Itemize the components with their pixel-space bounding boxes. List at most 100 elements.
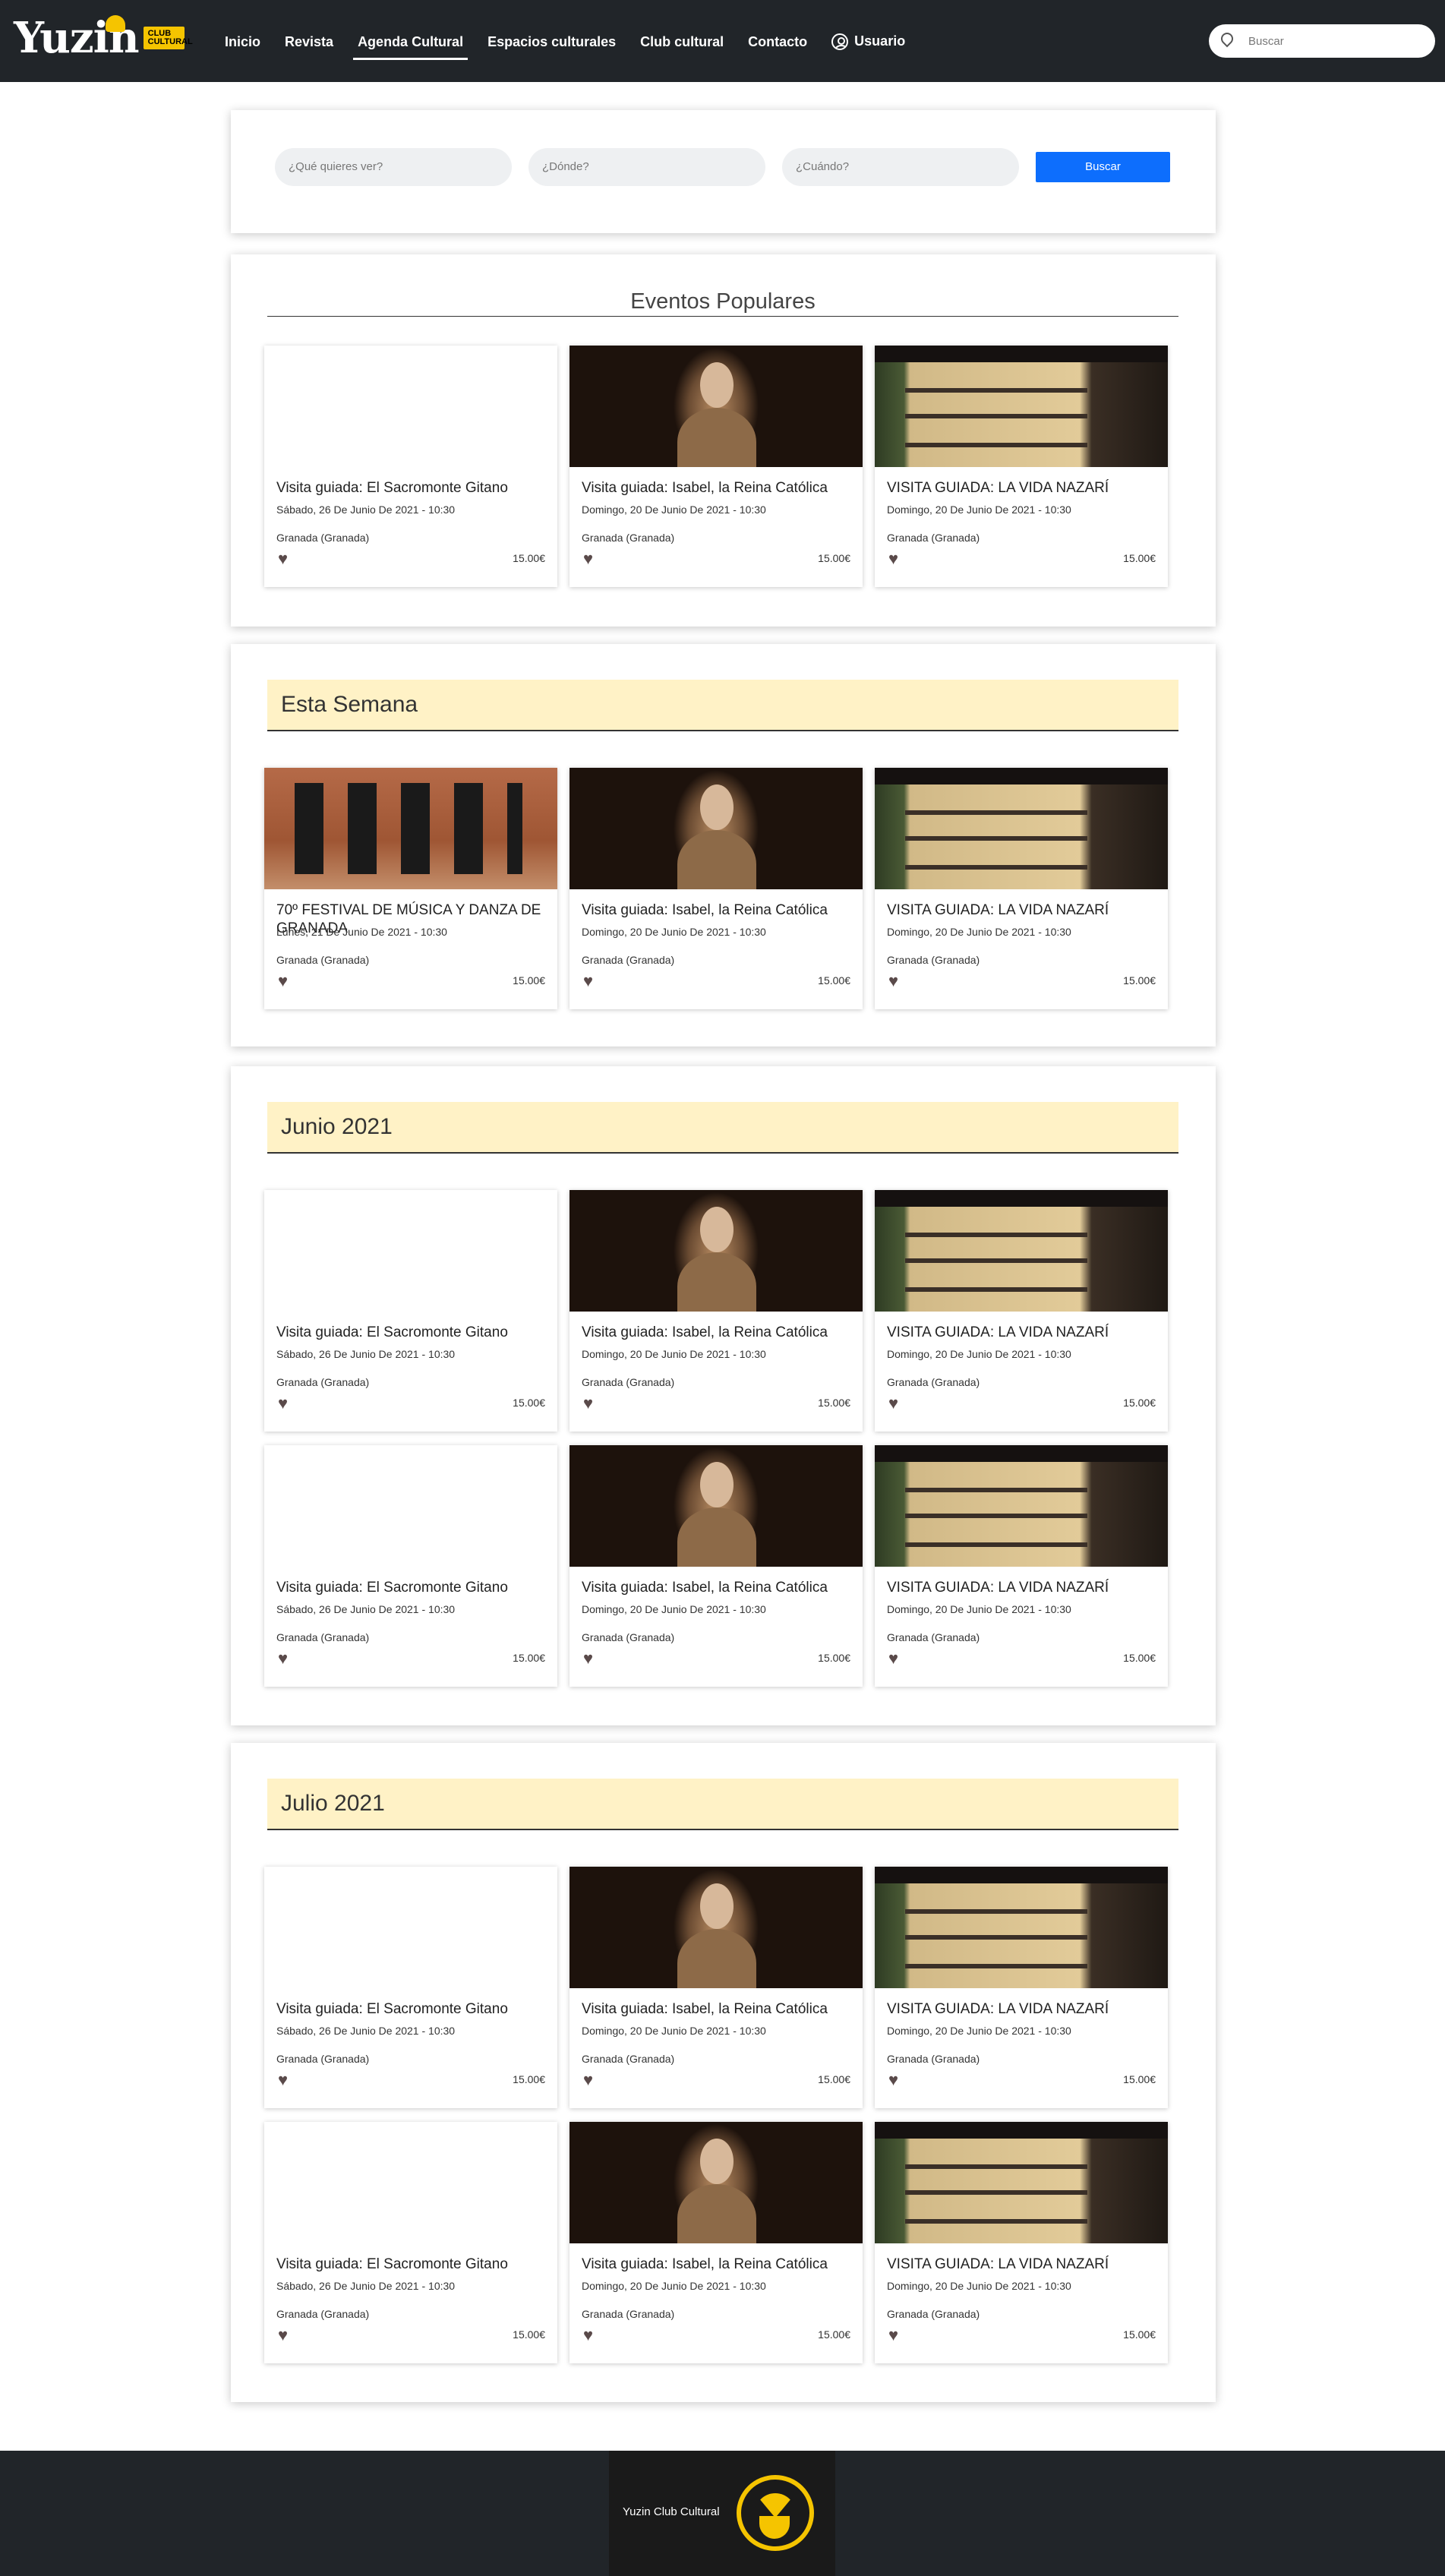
event-image[interactable]: [875, 2122, 1168, 2243]
heart-icon[interactable]: ♥: [888, 1650, 904, 1667]
where-input[interactable]: ¿Dónde?: [528, 148, 765, 186]
event-card[interactable]: Visita guiada: El Sacromonte Gitano Sábad…: [264, 1190, 557, 1432]
event-location: Granada (Granada): [887, 1376, 980, 1388]
nav-link-revista[interactable]: Revista: [285, 34, 333, 50]
event-image[interactable]: [264, 1190, 557, 1312]
event-title[interactable]: Visita guiada: El Sacromonte Gitano: [276, 1579, 547, 1597]
event-card[interactable]: Visita guiada: Isabel, la Reina Católica…: [569, 1867, 863, 2108]
event-image[interactable]: [569, 346, 863, 467]
when-input[interactable]: ¿Cuándo?: [782, 148, 1019, 186]
event-title[interactable]: VISITA GUIADA: LA VIDA NAZARÍ: [887, 1579, 1157, 1597]
heart-icon[interactable]: ♥: [583, 2327, 598, 2344]
event-price: 15.00€: [1123, 1397, 1156, 1409]
event-title[interactable]: Visita guiada: Isabel, la Reina Católica: [582, 479, 852, 497]
section-title: Julio 2021: [267, 1779, 1178, 1830]
heart-icon[interactable]: ♥: [583, 973, 598, 990]
heart-icon[interactable]: ♥: [278, 1650, 293, 1667]
event-date: Domingo, 20 De Junio De 2021 - 10:30: [887, 504, 1071, 516]
event-image[interactable]: [875, 1867, 1168, 1988]
event-image[interactable]: [569, 1867, 863, 1988]
heart-icon[interactable]: ♥: [888, 1395, 904, 1412]
event-image[interactable]: [569, 2122, 863, 2243]
event-image[interactable]: [875, 768, 1168, 889]
search-button[interactable]: Buscar: [1036, 152, 1170, 182]
event-title[interactable]: Visita guiada: Isabel, la Reina Católica: [582, 2000, 852, 2019]
heart-icon[interactable]: ♥: [278, 1395, 293, 1412]
event-title[interactable]: Visita guiada: El Sacromonte Gitano: [276, 2000, 547, 2019]
event-title[interactable]: VISITA GUIADA: LA VIDA NAZARÍ: [887, 2256, 1157, 2274]
event-price: 15.00€: [1123, 2073, 1156, 2085]
event-card[interactable]: Visita guiada: El Sacromonte Gitano Sábad…: [264, 1445, 557, 1687]
event-date: Domingo, 20 De Junio De 2021 - 10:30: [887, 1348, 1071, 1360]
event-card[interactable]: Visita guiada: El Sacromonte Gitano Sábad…: [264, 2122, 557, 2363]
event-title[interactable]: Visita guiada: Isabel, la Reina Católica: [582, 901, 852, 920]
event-title[interactable]: Visita guiada: El Sacromonte Gitano: [276, 1324, 547, 1342]
event-title[interactable]: Visita guiada: Isabel, la Reina Católica: [582, 1324, 852, 1342]
event-image[interactable]: [264, 1867, 557, 1988]
event-date: Lunes, 21 De Junio De 2021 - 10:30: [276, 926, 447, 938]
event-price: 15.00€: [1123, 552, 1156, 564]
event-title[interactable]: VISITA GUIADA: LA VIDA NAZARÍ: [887, 2000, 1157, 2019]
event-title[interactable]: VISITA GUIADA: LA VIDA NAZARÍ: [887, 1324, 1157, 1342]
event-card[interactable]: VISITA GUIADA: LA VIDA NAZARÍ Domingo, 20…: [875, 1445, 1168, 1687]
heart-icon[interactable]: ♥: [278, 973, 293, 990]
event-price: 15.00€: [1123, 974, 1156, 987]
event-card[interactable]: VISITA GUIADA: LA VIDA NAZARÍ Domingo, 20…: [875, 1190, 1168, 1432]
nav-link-agenda-cultural[interactable]: Agenda Cultural: [353, 34, 469, 60]
nav-link-contacto[interactable]: Contacto: [748, 34, 807, 50]
heart-icon[interactable]: ♥: [888, 551, 904, 567]
heart-icon[interactable]: ♥: [278, 551, 293, 567]
nav-user-menu[interactable]: Usuario: [831, 33, 905, 51]
event-date: Sábado, 26 De Junio De 2021 - 10:30: [276, 504, 456, 516]
section-this-week: Esta Semana 70º FESTIVAL DE MÚSICA Y DAN…: [231, 644, 1216, 1046]
top-navbar: Yuzin CLUB CULTURAL Inicio Revista Agend…: [0, 0, 1445, 82]
event-card[interactable]: Visita guiada: El Sacromonte Gitano Sábad…: [264, 346, 557, 587]
event-card[interactable]: VISITA GUIADA: LA VIDA NAZARÍ Domingo, 20…: [875, 768, 1168, 1009]
event-card[interactable]: 70º FESTIVAL DE MÚSICA Y DANZA DE GRANAD…: [264, 768, 557, 1009]
event-image[interactable]: [569, 768, 863, 889]
event-title[interactable]: Visita guiada: Isabel, la Reina Católica: [582, 1579, 852, 1597]
nav-link-espacios-culturales[interactable]: Espacios culturales: [487, 34, 616, 50]
heart-icon[interactable]: ♥: [278, 2327, 293, 2344]
heart-icon[interactable]: ♥: [583, 551, 598, 567]
nav-link-inicio[interactable]: Inicio: [225, 34, 260, 50]
heart-icon[interactable]: ♥: [583, 2072, 598, 2088]
event-image[interactable]: [264, 1445, 557, 1567]
heart-icon[interactable]: ♥: [888, 973, 904, 990]
event-title[interactable]: VISITA GUIADA: LA VIDA NAZARÍ: [887, 479, 1157, 497]
event-image[interactable]: [264, 2122, 557, 2243]
event-image[interactable]: [875, 346, 1168, 467]
heart-icon[interactable]: ♥: [583, 1650, 598, 1667]
heart-icon[interactable]: ♥: [278, 2072, 293, 2088]
event-image[interactable]: [875, 1445, 1168, 1567]
event-card[interactable]: VISITA GUIADA: LA VIDA NAZARÍ Domingo, 20…: [875, 1867, 1168, 2108]
event-card[interactable]: Visita guiada: Isabel, la Reina Católica…: [569, 2122, 863, 2363]
event-card[interactable]: Visita guiada: Isabel, la Reina Católica…: [569, 346, 863, 587]
event-title[interactable]: VISITA GUIADA: LA VIDA NAZARÍ: [887, 901, 1157, 920]
section-june-2021: Junio 2021 Visita guiada: El Sacromonte …: [231, 1066, 1216, 1725]
heart-icon[interactable]: ♥: [888, 2327, 904, 2344]
event-image[interactable]: [264, 346, 557, 467]
event-title[interactable]: Visita guiada: El Sacromonte Gitano: [276, 479, 547, 497]
event-card[interactable]: Visita guiada: Isabel, la Reina Católica…: [569, 1445, 863, 1687]
heart-icon[interactable]: ♥: [888, 2072, 904, 2088]
nav-link-club-cultural[interactable]: Club cultural: [640, 34, 724, 50]
event-card[interactable]: VISITA GUIADA: LA VIDA NAZARÍ Domingo, 20…: [875, 2122, 1168, 2363]
heart-icon[interactable]: ♥: [583, 1395, 598, 1412]
nav-search-field[interactable]: Buscar: [1209, 24, 1435, 58]
event-card[interactable]: VISITA GUIADA: LA VIDA NAZARÍ Domingo, 20…: [875, 346, 1168, 587]
event-card[interactable]: Visita guiada: El Sacromonte Gitano Sábad…: [264, 1867, 557, 2108]
event-date: Sábado, 26 De Junio De 2021 - 10:30: [276, 1348, 456, 1360]
event-image[interactable]: [875, 1190, 1168, 1312]
event-title[interactable]: Visita guiada: El Sacromonte Gitano: [276, 2256, 547, 2274]
event-title[interactable]: Visita guiada: Isabel, la Reina Católica: [582, 2256, 852, 2274]
event-card[interactable]: Visita guiada: Isabel, la Reina Católica…: [569, 1190, 863, 1432]
event-image[interactable]: [569, 1445, 863, 1567]
brand-logo[interactable]: Yuzin CLUB CULTURAL: [14, 15, 193, 59]
event-location: Granada (Granada): [887, 2308, 980, 2320]
event-card[interactable]: Visita guiada: Isabel, la Reina Católica…: [569, 768, 863, 1009]
event-image[interactable]: [264, 768, 557, 889]
what-input[interactable]: ¿Qué quieres ver?: [275, 148, 512, 186]
event-image[interactable]: [569, 1190, 863, 1312]
event-location: Granada (Granada): [276, 1376, 370, 1388]
